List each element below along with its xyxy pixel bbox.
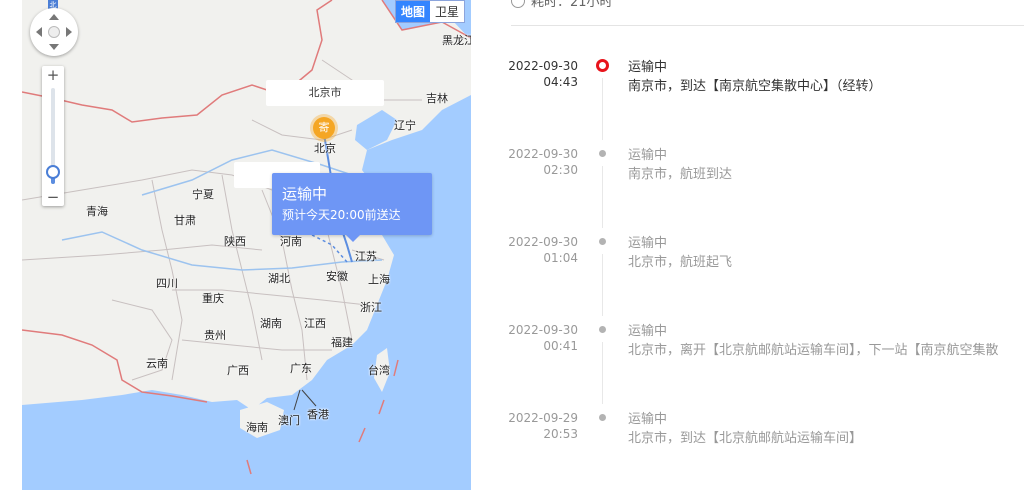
timeline-event: 2022-09-30 02:30 运输中南京市，航班到达 xyxy=(471,146,1024,234)
event-datetime: 2022-09-30 02:30 xyxy=(508,146,578,178)
label-sichuan: 四川 xyxy=(156,277,178,290)
pan-right-icon[interactable] xyxy=(66,27,72,37)
label-beijing: 北京 xyxy=(314,142,336,155)
timeline-connector xyxy=(602,342,603,404)
label-guangdong: 广东 xyxy=(290,362,312,375)
label-macau: 澳门 xyxy=(278,414,300,427)
beijing-city-label: 北京市 xyxy=(266,80,384,106)
event-description: 北京市，航班起飞 xyxy=(628,255,733,270)
timeline-event: 2022-09-30 01:04 运输中北京市，航班起飞 xyxy=(471,234,1024,322)
event-time: 01:04 xyxy=(543,251,578,265)
timeline-event: 2022-09-29 20:53 运输中北京市，到达【北京航邮航站运输车间】 xyxy=(471,410,1024,498)
event-time: 20:53 xyxy=(543,427,578,441)
label-jiangxi: 江西 xyxy=(304,317,326,330)
timeline-connector xyxy=(602,254,603,316)
duration-summary: 耗时：21小时 xyxy=(511,0,613,10)
event-description: 南京市，到达【南京航空集散中心】（经转） xyxy=(628,79,882,94)
event-datetime: 2022-09-30 00:41 xyxy=(508,322,578,354)
event-status: 运输中 xyxy=(628,60,668,75)
event-description: 北京市，到达【北京航邮航站运输车间】 xyxy=(628,431,863,446)
timeline-dot-icon xyxy=(599,238,606,245)
pan-center-icon xyxy=(48,26,60,38)
pan-left-icon[interactable] xyxy=(36,27,42,37)
map-pan-control[interactable] xyxy=(30,8,78,56)
event-status: 运输中 xyxy=(628,412,668,427)
event-description: 南京市，航班到达 xyxy=(628,167,733,182)
label-hainan: 海南 xyxy=(246,421,268,434)
timeline-dot-icon xyxy=(599,414,606,421)
map-type-map-button[interactable]: 地图 xyxy=(395,1,430,22)
event-status: 运输中 xyxy=(628,148,668,163)
timeline-dot-icon xyxy=(599,326,606,333)
label-liaoning: 辽宁 xyxy=(394,119,416,132)
event-datetime: 2022-09-30 01:04 xyxy=(508,234,578,266)
pan-down-icon[interactable] xyxy=(49,44,59,50)
map-view[interactable]: 北 + − 地图 卫星 北京市 黑龙江 吉林 辽宁 北京 宁夏 青海 甘肃 陕西… xyxy=(22,0,471,490)
zoom-slider-handle[interactable] xyxy=(46,165,60,180)
clock-icon xyxy=(511,0,525,8)
label-guangxi: 广西 xyxy=(227,364,249,377)
label-henan: 河南 xyxy=(280,235,302,248)
pan-up-icon[interactable] xyxy=(49,14,59,20)
label-gansu: 甘肃 xyxy=(174,214,196,227)
event-time: 02:30 xyxy=(543,163,578,177)
event-status: 运输中 xyxy=(628,324,668,339)
zoom-control[interactable]: + − xyxy=(42,66,64,206)
tooltip-status: 运输中 xyxy=(282,185,328,203)
event-description: 北京市，离开【北京航邮航站运输车间】，下一站【南京航空集散 xyxy=(628,343,999,358)
event-time: 04:43 xyxy=(543,75,578,89)
label-zhejiang: 浙江 xyxy=(360,301,382,314)
event-date: 2022-09-30 xyxy=(508,59,578,73)
tooltip-eta: 预计今天20:00前送达 xyxy=(282,208,401,222)
event-time: 00:41 xyxy=(543,339,578,353)
map-type-satellite-button[interactable]: 卫星 xyxy=(429,1,464,22)
zoom-out-button[interactable]: − xyxy=(42,188,64,206)
event-status: 运输中 xyxy=(628,236,668,251)
label-hongkong: 香港 xyxy=(307,408,329,421)
zoom-in-button[interactable]: + xyxy=(42,66,64,84)
divider xyxy=(511,25,1024,26)
event-date: 2022-09-30 xyxy=(508,235,578,249)
label-shaanxi: 陕西 xyxy=(224,235,246,248)
timeline-dot-icon xyxy=(599,150,606,157)
event-date: 2022-09-30 xyxy=(508,147,578,161)
event-date: 2022-09-29 xyxy=(508,411,578,425)
sender-marker-icon[interactable]: 寄 xyxy=(313,117,335,139)
label-ningxia: 宁夏 xyxy=(192,188,214,201)
event-datetime: 2022-09-30 04:43 xyxy=(508,58,578,90)
timeline-connector xyxy=(602,166,603,228)
label-anhui: 安徽 xyxy=(326,270,348,283)
label-jilin: 吉林 xyxy=(426,92,448,105)
duration-text: 耗时：21小时 xyxy=(531,0,613,10)
timeline-connector xyxy=(602,78,603,140)
label-jiangsu: 江苏 xyxy=(355,250,377,263)
label-chongqing: 重庆 xyxy=(202,292,224,305)
label-guizhou: 贵州 xyxy=(204,329,226,342)
label-fujian: 福建 xyxy=(331,336,353,349)
timeline-event: 2022-09-30 04:43 运输中南京市，到达【南京航空集散中心】（经转） xyxy=(471,58,1024,146)
label-hunan: 湖南 xyxy=(260,317,282,330)
current-location-icon xyxy=(596,59,609,72)
event-date: 2022-09-30 xyxy=(508,323,578,337)
event-datetime: 2022-09-29 20:53 xyxy=(508,410,578,442)
label-shanghai: 上海 xyxy=(368,273,390,286)
label-hubei: 湖北 xyxy=(268,272,290,285)
timeline-event: 2022-09-30 00:41 运输中北京市，离开【北京航邮航站运输车间】，下一站… xyxy=(471,322,1024,410)
map-type-switch[interactable]: 地图 卫星 xyxy=(394,0,465,23)
map-base xyxy=(22,0,471,475)
label-taiwan: 台湾 xyxy=(368,364,390,377)
shipment-status-tooltip: 运输中 预计今天20:00前送达 xyxy=(272,173,432,242)
label-yunnan: 云南 xyxy=(146,357,168,370)
tracking-panel: 耗时：21小时 2022-09-30 04:43 运输中 南京市，到达【南京航空集散中… xyxy=(471,0,1024,490)
label-heilongjiang: 黑龙江 xyxy=(442,34,471,47)
label-qinghai: 青海 xyxy=(86,205,108,218)
